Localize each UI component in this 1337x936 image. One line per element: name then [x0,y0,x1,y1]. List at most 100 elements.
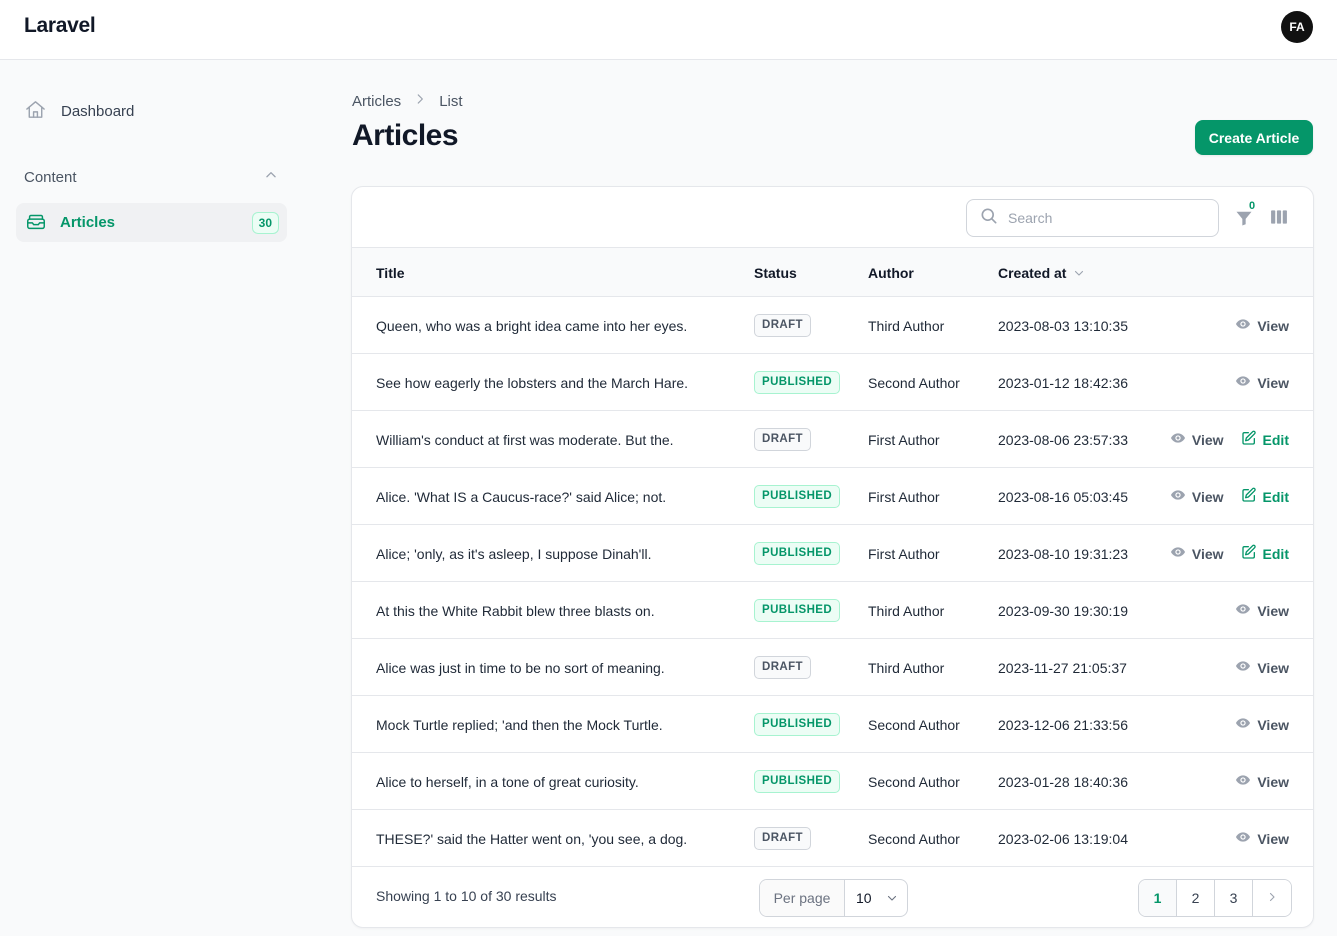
row-actions: View [1235,639,1289,696]
cell-status: DRAFT [754,411,811,468]
brand-logo[interactable]: Laravel [24,14,96,38]
view-button[interactable]: View [1235,829,1289,848]
chevron-up-icon[interactable] [264,168,278,186]
sidebar-item-articles[interactable]: Articles 30 [16,203,287,242]
create-article-button[interactable]: Create Article [1195,120,1313,155]
table-row[interactable]: Alice was just in time to be no sort of … [352,639,1313,696]
user-avatar[interactable]: FA [1281,11,1313,43]
column-header-created-at[interactable]: Created at [998,248,1085,297]
view-button[interactable]: View [1235,601,1289,620]
eye-icon [1170,544,1186,563]
view-button[interactable]: View [1235,658,1289,677]
cell-author: Third Author [868,317,945,334]
edit-label: Edit [1262,431,1289,448]
cell-status: DRAFT [754,639,811,696]
cell-title: Alice; 'only, as it's asleep, I suppose … [376,545,652,562]
chevron-down-icon [887,895,896,901]
table-row[interactable]: See how eagerly the lobsters and the Mar… [352,354,1313,411]
inbox-stack-icon [25,210,60,236]
cell-status: DRAFT [754,810,811,867]
cell-created-at: 2023-08-06 23:57:33 [998,431,1128,448]
table-footer: Showing 1 to 10 of 30 results Per page 1… [352,867,1313,927]
table-row[interactable]: At this the White Rabbit blew three blas… [352,582,1313,639]
breadcrumb: Articles List [352,92,463,110]
per-page-value[interactable]: 10 [845,890,907,906]
edit-button[interactable]: Edit [1241,430,1289,449]
column-header-title: Title [376,264,405,281]
next-page-button[interactable] [1253,880,1291,916]
sidebar-group-content[interactable]: Content [24,168,278,186]
cell-created-at: 2023-01-12 18:42:36 [998,374,1128,391]
eye-icon [1235,715,1251,734]
articles-table: 0 Title Status Author Created at Queen, … [351,186,1314,928]
page-button-3[interactable]: 3 [1215,880,1253,916]
cell-title: Alice to herself, in a tone of great cur… [376,773,639,790]
column-header-author: Author [868,264,914,281]
view-button[interactable]: View [1235,715,1289,734]
edit-button[interactable]: Edit [1241,487,1289,506]
status-badge-published: PUBLISHED [754,371,841,394]
view-button[interactable]: View [1235,772,1289,791]
table-row[interactable]: Queen, who was a bright idea came into h… [352,297,1313,354]
view-button[interactable]: View [1235,373,1289,392]
view-button[interactable]: View [1170,487,1224,506]
row-actions: View Edit [1170,525,1289,582]
table-row[interactable]: William's conduct at first was moderate.… [352,411,1313,468]
toggle-columns-button[interactable] [1269,207,1289,227]
view-button[interactable]: View [1170,430,1224,449]
chevron-right-icon [413,92,427,110]
table-row[interactable]: Alice; 'only, as it's asleep, I suppose … [352,525,1313,582]
row-actions: View [1235,582,1289,639]
view-label: View [1257,659,1289,676]
table-row[interactable]: Alice. 'What IS a Caucus-race?' said Ali… [352,468,1313,525]
search-input[interactable] [1008,210,1208,226]
row-actions: View [1235,753,1289,810]
sidebar-item-dashboard[interactable]: Dashboard [24,99,134,123]
table-row[interactable]: Alice to herself, in a tone of great cur… [352,753,1313,810]
sidebar-item-label: Dashboard [61,102,135,120]
cell-status: PUBLISHED [754,354,841,411]
filter-button[interactable]: 0 [1232,200,1256,229]
sidebar-group-label: Content [24,168,77,186]
cell-title: Queen, who was a bright idea came into h… [376,317,688,334]
cell-created-at: 2023-09-30 19:30:19 [998,602,1128,619]
cell-title: William's conduct at first was moderate.… [376,431,674,448]
per-page-select[interactable]: Per page 10 [759,879,908,917]
cell-author: First Author [868,545,940,562]
table-row[interactable]: Mock Turtle replied; 'and then the Mock … [352,696,1313,753]
edit-button[interactable]: Edit [1241,544,1289,563]
view-button[interactable]: View [1170,544,1224,563]
cell-title: THESE?' said the Hatter went on, 'you se… [376,830,688,847]
page-button-1[interactable]: 1 [1139,880,1177,916]
edit-label: Edit [1262,545,1289,562]
breadcrumb-articles[interactable]: Articles [352,93,401,110]
table-header: Title Status Author Created at [352,248,1313,297]
view-label: View [1191,545,1224,562]
view-label: View [1257,830,1289,847]
eye-icon [1235,601,1251,620]
row-actions: View [1235,696,1289,753]
column-header-status: Status [754,264,797,281]
view-columns-icon [1269,210,1289,231]
cell-created-at: 2023-08-10 19:31:23 [998,545,1128,562]
per-page-label: Per page [760,880,845,916]
cell-title: Alice was just in time to be no sort of … [376,659,665,676]
eye-icon [1170,487,1186,506]
page-button-2[interactable]: 2 [1177,880,1215,916]
search-icon [979,206,1008,231]
status-badge-published: PUBLISHED [754,713,841,736]
cell-title: At this the White Rabbit blew three blas… [376,602,655,619]
top-bar: Laravel FA [0,0,1337,60]
cell-status: DRAFT [754,297,811,354]
view-label: View [1191,431,1224,448]
status-badge-published: PUBLISHED [754,599,841,622]
table-row[interactable]: THESE?' said the Hatter went on, 'you se… [352,810,1313,867]
view-label: View [1257,317,1289,334]
cell-author: First Author [868,488,940,505]
row-actions: View [1235,810,1289,867]
breadcrumb-current: List [439,92,463,110]
cell-author: Second Author [868,374,960,391]
view-button[interactable]: View [1235,316,1289,335]
cell-status: PUBLISHED [754,582,841,639]
search-box[interactable] [966,199,1219,237]
